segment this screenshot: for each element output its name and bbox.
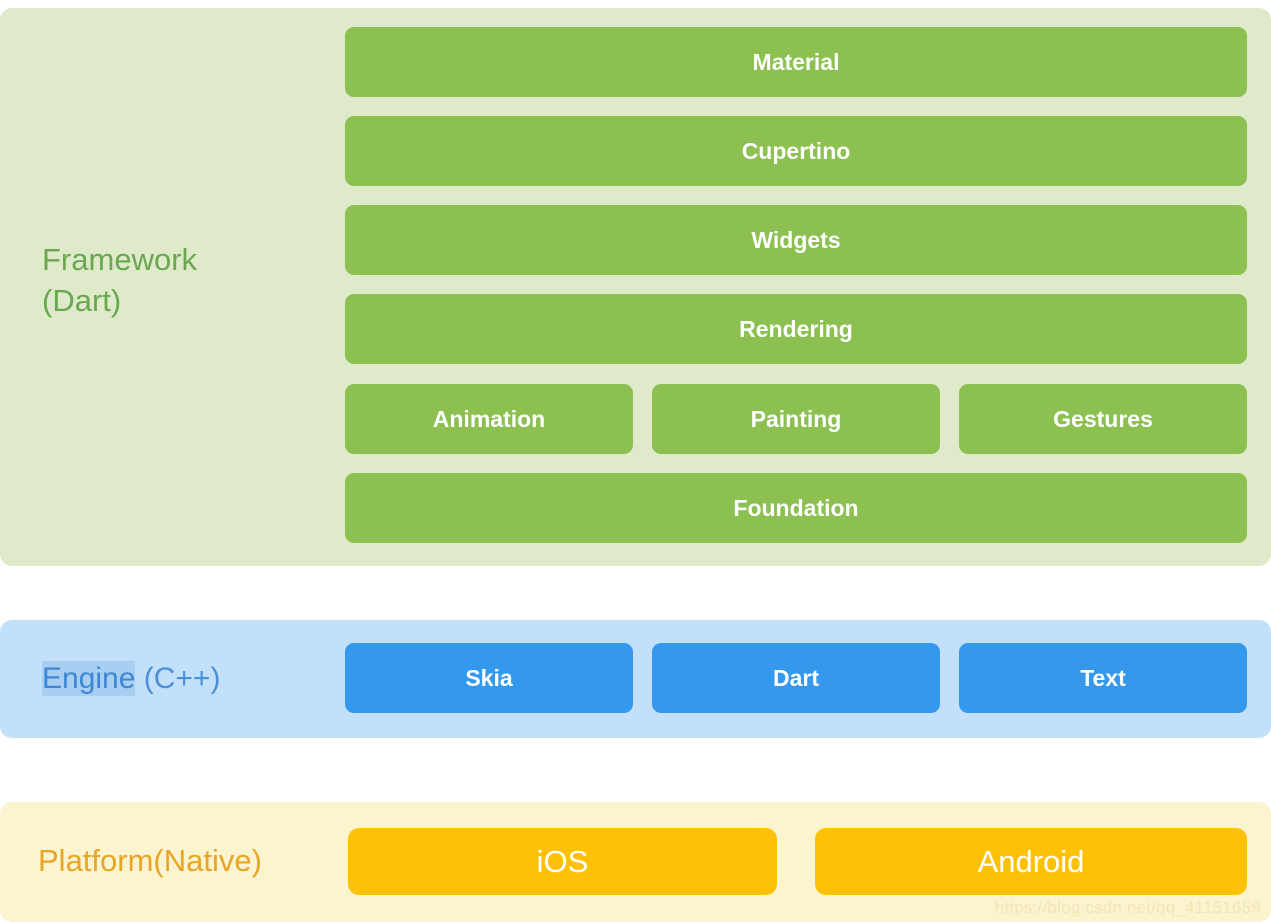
framework-box-material-label: Material bbox=[752, 48, 840, 75]
framework-box-gestures-label: Gestures bbox=[1053, 405, 1153, 432]
engine-layer-label: Engine (C++) bbox=[42, 659, 220, 699]
framework-box-animation-label: Animation bbox=[432, 405, 546, 432]
framework-layer-label: Framework (Dart) bbox=[42, 242, 198, 318]
framework-box-painting-label: Painting bbox=[750, 405, 842, 432]
engine-box-skia-label: Skia bbox=[465, 664, 513, 691]
engine-layer-label-selected: Engine bbox=[42, 661, 136, 696]
framework-box-animation[interactable]: Animation bbox=[345, 384, 633, 454]
engine-box-text-label: Text bbox=[1080, 664, 1126, 691]
engine-box-dart-label: Dart bbox=[772, 664, 819, 691]
framework-box-rendering[interactable]: Rendering bbox=[345, 294, 1247, 364]
framework-box-foundation[interactable]: Foundation bbox=[345, 473, 1247, 543]
framework-box-rendering-label: Rendering bbox=[739, 315, 853, 342]
platform-box-android-label: Android bbox=[977, 843, 1085, 879]
source-watermark: https://blog.csdn.net/qq_41151659 bbox=[994, 898, 1261, 917]
platform-box-ios-label: iOS bbox=[536, 843, 589, 879]
flutter-architecture-diagram: Framework (Dart) Material Cupertino Widg… bbox=[0, 0, 1271, 922]
engine-layer-label-rest: (C++) bbox=[135, 662, 221, 695]
framework-box-foundation-label: Foundation bbox=[733, 494, 859, 521]
framework-box-material[interactable]: Material bbox=[345, 27, 1247, 97]
framework-box-gestures[interactable]: Gestures bbox=[959, 384, 1247, 454]
framework-box-cupertino-label: Cupertino bbox=[741, 137, 851, 164]
framework-box-painting[interactable]: Painting bbox=[652, 384, 940, 454]
framework-box-widgets-label: Widgets bbox=[751, 226, 841, 253]
platform-layer-label: Platform(Native) bbox=[38, 843, 262, 878]
platform-box-android[interactable]: Android bbox=[815, 828, 1247, 895]
framework-box-widgets[interactable]: Widgets bbox=[345, 205, 1247, 275]
framework-box-cupertino[interactable]: Cupertino bbox=[345, 116, 1247, 186]
engine-box-skia[interactable]: Skia bbox=[345, 643, 633, 713]
engine-box-dart[interactable]: Dart bbox=[652, 643, 940, 713]
engine-box-text[interactable]: Text bbox=[959, 643, 1247, 713]
platform-box-ios[interactable]: iOS bbox=[348, 828, 777, 895]
